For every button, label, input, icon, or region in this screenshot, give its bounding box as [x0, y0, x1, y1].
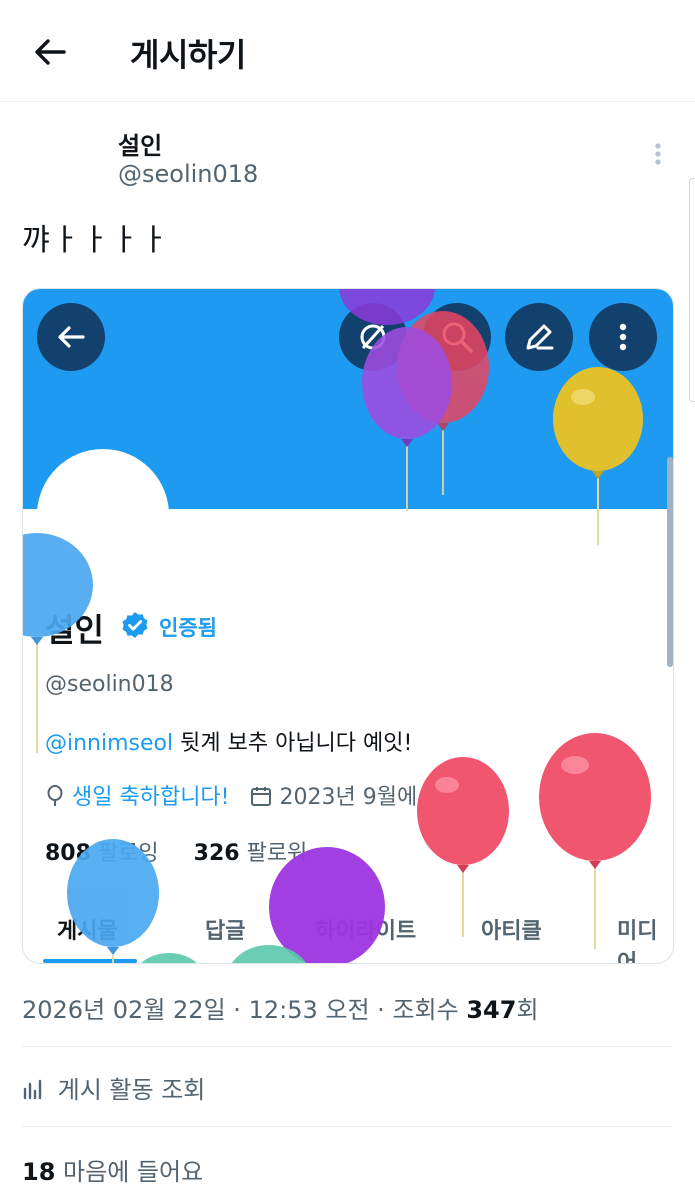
birthday-text: 생일 축하합니다!	[72, 785, 230, 810]
scroll-handle[interactable]	[689, 178, 695, 402]
profile-meta: 생일 축하합니다! 2023년 9월에 가입함 ›	[45, 779, 508, 811]
chevron-right-icon: ›	[491, 785, 508, 810]
followers-count: 326	[193, 841, 240, 866]
author-name[interactable]: 설인	[118, 126, 162, 161]
joined-text: 2023년 9월에 가입함	[279, 785, 485, 810]
post-time: 12:53 오전	[248, 996, 370, 1024]
avatar	[37, 449, 169, 581]
verified-badge-icon	[121, 611, 149, 639]
following-count: 808	[45, 841, 91, 866]
activity-label: 게시 활동 조회	[57, 1076, 206, 1104]
top-bar: 게시하기	[0, 0, 695, 102]
tab-indicator	[43, 959, 137, 963]
post-activity-link[interactable]: 게시 활동 조회	[22, 1070, 205, 1105]
author-handle[interactable]: @seolin018	[118, 160, 258, 188]
calendar-icon	[251, 787, 272, 806]
divider	[22, 1046, 673, 1047]
edit-icon	[505, 303, 573, 371]
bio-text: 뒷계 보추 아닙니다 예잇!	[173, 731, 413, 756]
views-suffix: 회	[516, 996, 539, 1024]
page-title: 게시하기	[130, 36, 246, 74]
search-icon	[423, 303, 491, 371]
divider	[22, 1126, 673, 1127]
tab-replies: 답글	[205, 919, 246, 944]
likes-link[interactable]: 18 마음에 들어요	[22, 1152, 203, 1187]
chart-icon	[23, 1079, 42, 1100]
separator-dot: ·	[233, 996, 241, 1024]
verified-label: 인증됨	[159, 616, 217, 640]
back-arrow-icon[interactable]	[28, 30, 72, 74]
views-label: 조회수	[392, 996, 459, 1024]
likes-label: 마음에 들어요	[63, 1158, 204, 1186]
profile-handle: @seolin018	[45, 672, 174, 697]
profile-bio: @innimseol 뒷계 보추 아닙니다 예잇!	[45, 725, 412, 757]
profile-stats: 808 팔로잉 326 팔로워	[45, 835, 307, 867]
scroll-handle	[667, 457, 673, 667]
more-vertical-icon[interactable]	[648, 140, 668, 170]
balloon-icon	[47, 785, 63, 806]
no-grok-icon	[339, 303, 407, 371]
post-timestamp: 2026년 02월 22일 · 12:53 오전 · 조회수 347회	[22, 990, 539, 1025]
likes-count: 18	[22, 1158, 56, 1186]
tab-articles: 아티클	[481, 919, 542, 944]
post-text: 꺄ㅏㅏㅏㅏ	[22, 223, 170, 258]
post-date: 2026년 02월 22일	[22, 996, 226, 1024]
tab-media: 미디어	[617, 919, 658, 964]
bio-mention: @innimseol	[45, 731, 174, 756]
back-arrow-icon	[37, 303, 105, 371]
tab-highlights: 하이라이트	[315, 919, 417, 944]
views-count: 347	[466, 996, 517, 1024]
followers-label: 팔로워	[246, 841, 308, 866]
post-image[interactable]: 설인 인증됨 @seolin018 @innimseol 뒷계 보추 아닙니다 …	[22, 288, 674, 964]
profile-tabs: 게시물 답글 하이라이트 아티클 미디어	[23, 901, 673, 964]
profile-name: 설인	[45, 611, 104, 649]
separator-dot: ·	[377, 996, 385, 1024]
tab-posts: 게시물	[57, 919, 118, 944]
following-label: 팔로잉	[97, 841, 159, 866]
more-vertical-icon	[589, 303, 657, 371]
